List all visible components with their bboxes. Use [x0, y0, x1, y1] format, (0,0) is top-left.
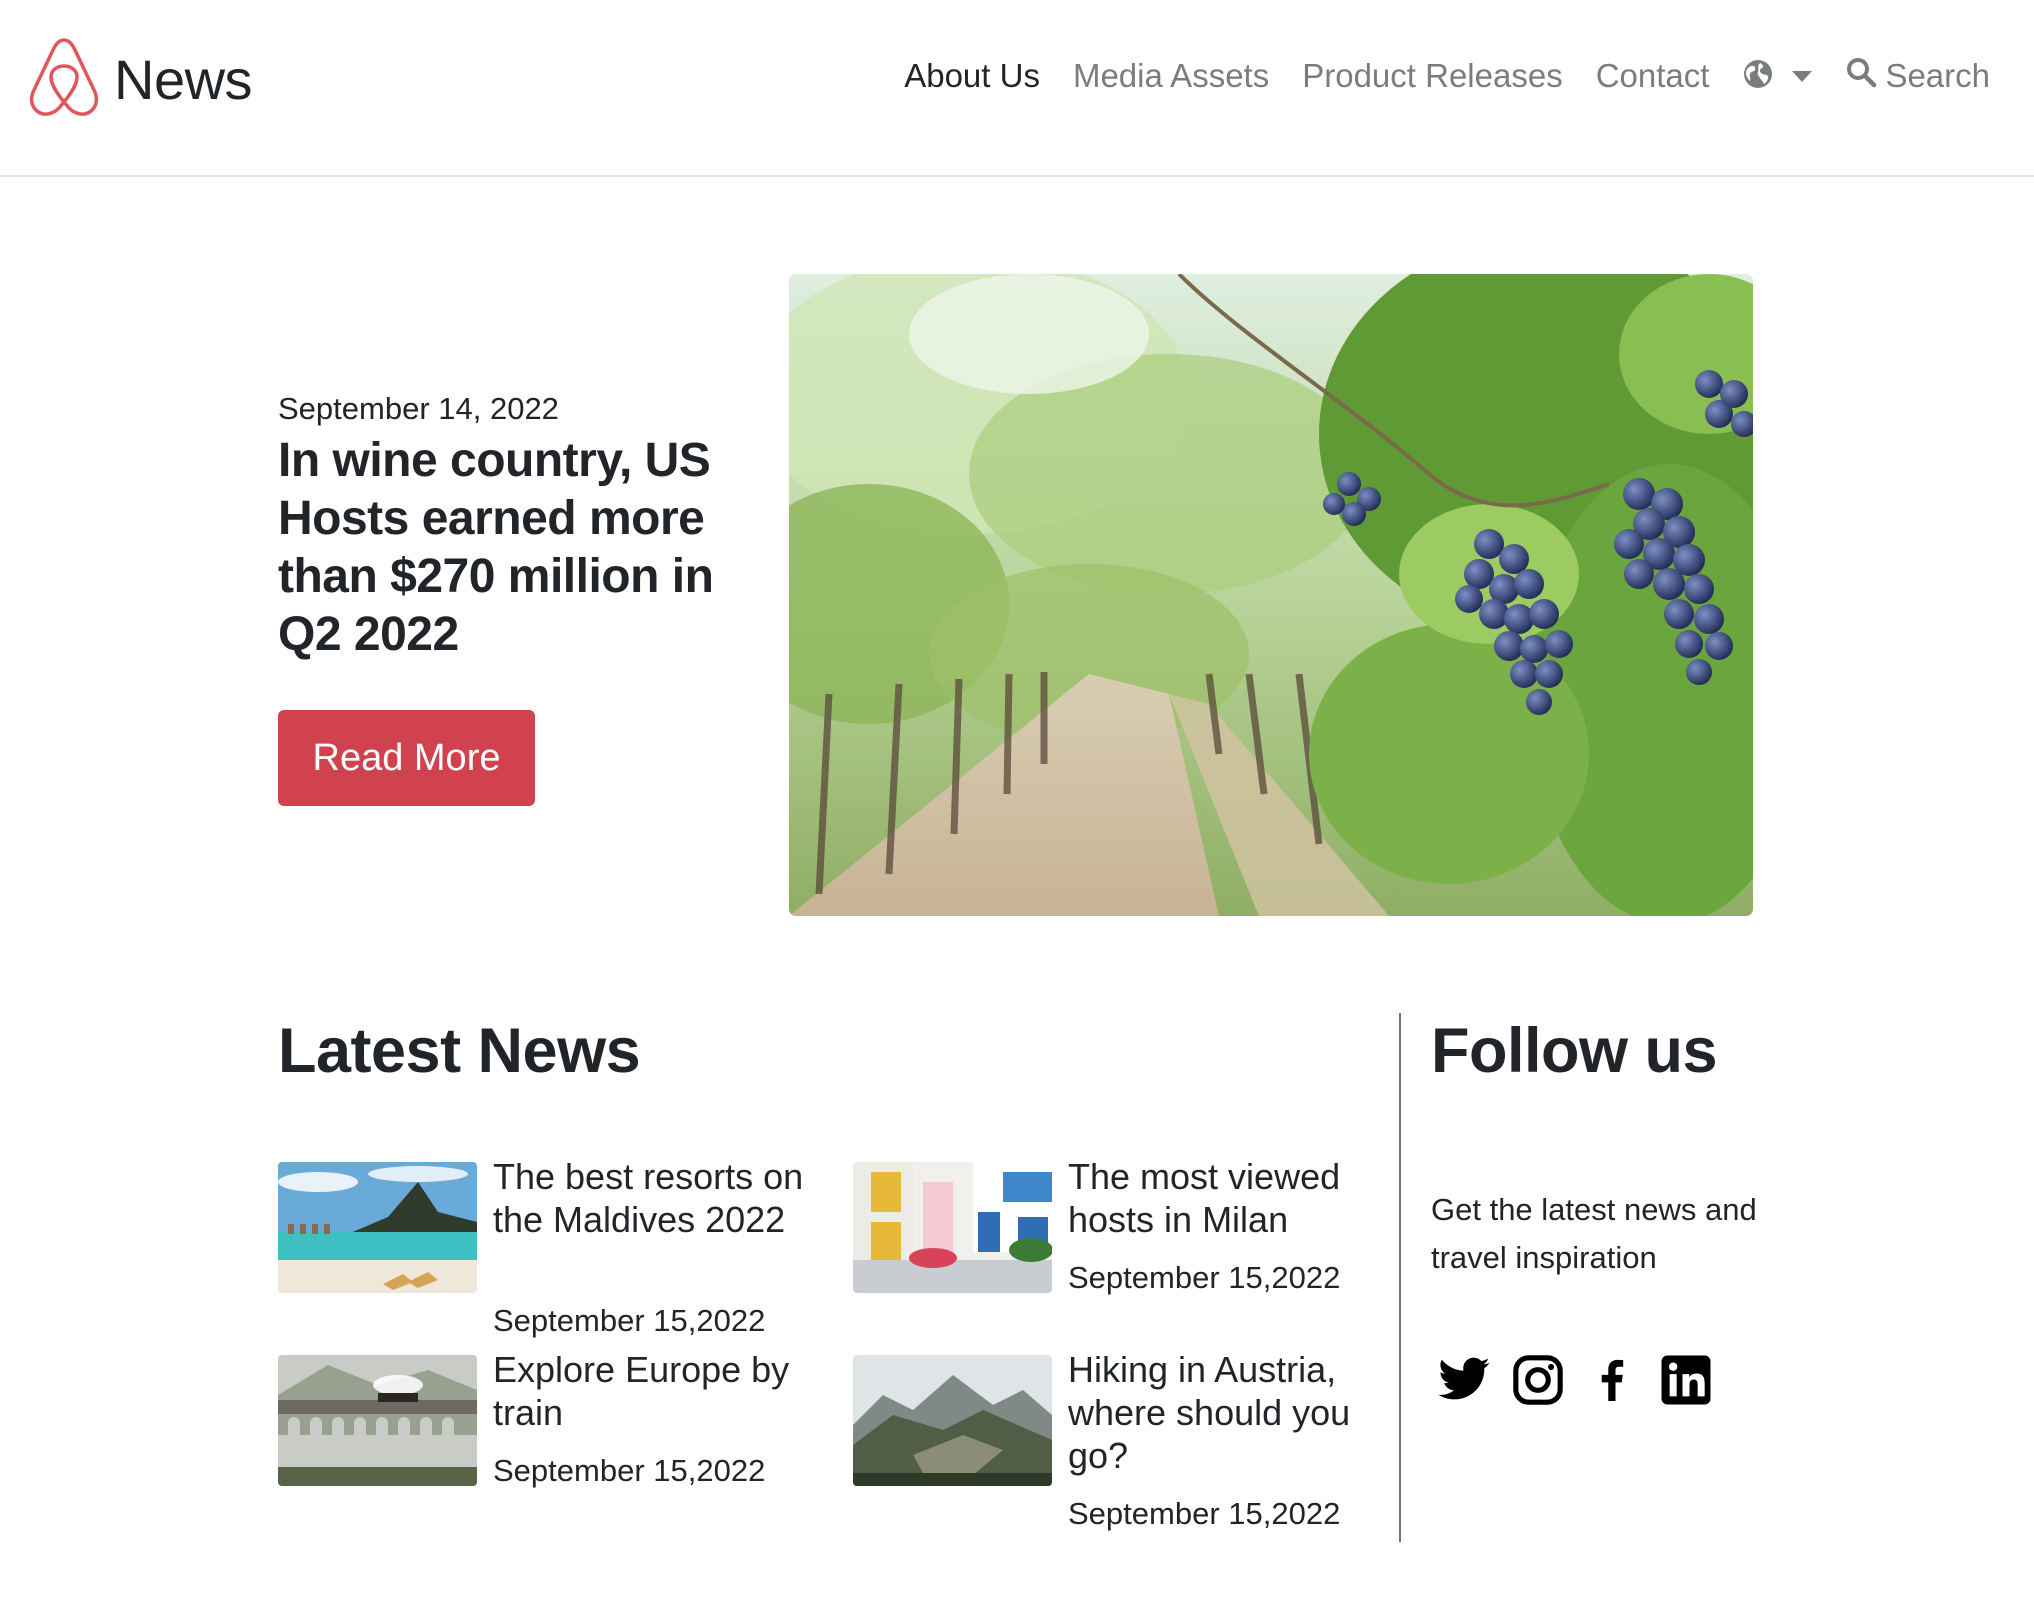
language-dropdown[interactable] [1742, 58, 1813, 95]
news-date: September 15,2022 [493, 1453, 766, 1488]
latest-news-heading: Latest News [278, 1016, 641, 1086]
facebook-icon[interactable] [1584, 1352, 1640, 1408]
logo-icon [26, 34, 102, 125]
follow-us-text: Get the latest news and travel inspirati… [1431, 1192, 1757, 1275]
news-title[interactable]: Hiking in Austria, where should you go? [1068, 1348, 1378, 1477]
vineyard-grapes-image[interactable] [789, 274, 1753, 916]
follow-us-heading: Follow us [1431, 1016, 1717, 1086]
hero-date: September 14, 2022 [278, 391, 559, 426]
nav-contact[interactable]: Contact [1596, 57, 1710, 95]
main-nav: About Us Media Assets Product Releases C… [904, 56, 1990, 96]
nav-about-us[interactable]: About Us [904, 57, 1040, 95]
brand-title: News [114, 48, 253, 111]
social-links [1436, 1352, 1732, 1408]
colorful-street-image[interactable] [853, 1162, 1052, 1293]
news-date: September 15,2022 [1068, 1260, 1341, 1295]
news-date: September 15,2022 [493, 1303, 766, 1338]
globe-icon [1742, 58, 1774, 95]
nav-product-releases[interactable]: Product Releases [1302, 57, 1562, 95]
section-divider [1399, 1013, 1401, 1542]
mountain-ruins-image[interactable] [853, 1355, 1052, 1486]
linkedin-icon[interactable] [1658, 1352, 1714, 1408]
read-more-button[interactable]: Read More [278, 710, 535, 806]
twitter-icon[interactable] [1436, 1352, 1492, 1408]
site-header: News About Us Media Assets Product Relea… [0, 0, 2034, 177]
news-title[interactable]: The best resorts on the Maldives 2022 [493, 1155, 813, 1241]
search-icon [1845, 56, 1885, 96]
nav-media-assets[interactable]: Media Assets [1073, 57, 1269, 95]
maldives-beach-image[interactable] [278, 1162, 477, 1293]
viaduct-train-image[interactable] [278, 1355, 477, 1486]
search-button[interactable]: Search [1845, 56, 1990, 96]
chevron-down-icon [1792, 70, 1813, 82]
news-title[interactable]: Explore Europe by train [493, 1348, 813, 1434]
search-label: Search [1885, 57, 1990, 94]
hero-title[interactable]: In wine country, US Hosts earned more th… [278, 432, 738, 664]
instagram-icon[interactable] [1510, 1352, 1566, 1408]
news-date: September 15,2022 [1068, 1496, 1341, 1531]
brand[interactable]: News [26, 34, 253, 125]
news-title[interactable]: The most viewed hosts in Milan [1068, 1155, 1368, 1241]
